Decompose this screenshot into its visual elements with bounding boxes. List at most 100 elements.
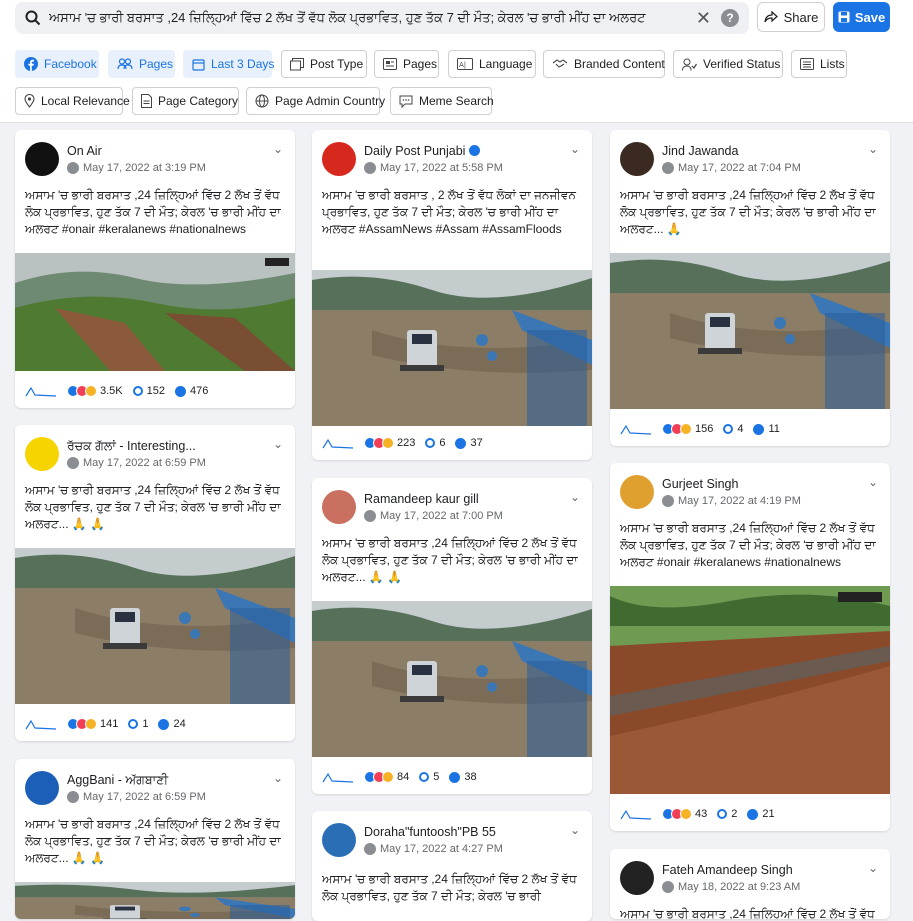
avatar[interactable]	[25, 142, 59, 176]
reactions-count[interactable]: 43	[662, 808, 707, 820]
comments-count[interactable]: 5	[419, 771, 439, 783]
avatar[interactable]	[25, 437, 59, 471]
filter-chip-page-admin-country[interactable]: Page Admin Country	[246, 87, 380, 115]
filter-chip-page-category[interactable]: Page Category	[132, 87, 239, 115]
post-text: ਅਸਾਮ 'ਚ ਭਾਰੀ ਬਰਸਾਤ ,24 ਜ਼ਿਲ੍ਹਿਆਂ ਵਿੱਚ 2 …	[322, 871, 587, 905]
avatar[interactable]	[322, 490, 356, 524]
shares-count[interactable]: 476	[175, 385, 208, 397]
filter-chip-verified-status[interactable]: Verified Status	[673, 50, 783, 78]
reactions-count[interactable]: 156	[662, 423, 713, 435]
post-image[interactable]	[610, 253, 890, 409]
post-image[interactable]	[15, 882, 295, 919]
chevron-down-icon[interactable]: ⌄	[868, 861, 878, 875]
post-author-name[interactable]: Fateh Amandeep Singh	[662, 863, 793, 877]
shares-count[interactable]: 11	[753, 423, 779, 435]
filter-chip-facebook[interactable]: Facebook	[15, 50, 99, 78]
document-icon	[141, 94, 152, 108]
reactions-count[interactable]: 84	[364, 771, 409, 783]
reactions-value: 3.5K	[100, 385, 123, 397]
verified-badge-icon	[469, 145, 480, 156]
reactions-count[interactable]: 3.5K	[67, 385, 123, 397]
post-image[interactable]	[312, 270, 592, 426]
post-date-text: May 17, 2022 at 3:19 PM	[83, 162, 206, 174]
post-card[interactable]: Ramandeep kaur gill May 17, 2022 at 7:00 …	[312, 478, 592, 794]
shares-count[interactable]: 24	[158, 718, 185, 730]
avatar[interactable]	[620, 475, 654, 509]
chevron-down-icon[interactable]: ⌄	[570, 823, 580, 837]
post-image[interactable]	[15, 548, 295, 704]
public-globe-icon	[662, 881, 674, 893]
filter-chip-pages[interactable]: Pages	[108, 50, 175, 78]
reactions-count[interactable]: 141	[67, 718, 118, 730]
post-date: May 17, 2022 at 7:00 PM	[364, 510, 503, 522]
post-author-name[interactable]: Jind Jawanda	[662, 144, 738, 158]
shares-count[interactable]: 37	[455, 437, 482, 449]
shares-count[interactable]: 38	[449, 771, 476, 783]
filter-chip-language[interactable]: A|Language	[448, 50, 536, 78]
avatar[interactable]	[620, 142, 654, 176]
search-bar[interactable]: ਅਸਾਮ 'ਚ ਭਾਰੀ ਬਰਸਾਤ ,24 ਜ਼ਿਲ੍ਹਿਆਂ ਵਿੱਚ 2 …	[15, 2, 749, 34]
post-image[interactable]	[312, 601, 592, 757]
comments-count[interactable]: 152	[133, 385, 165, 397]
filter-chip-post-type[interactable]: Post Type	[281, 50, 367, 78]
filter-chip-label: Last 3 Days	[211, 57, 274, 71]
chevron-down-icon[interactable]: ⌄	[570, 490, 580, 504]
avatar[interactable]	[322, 823, 356, 857]
post-author-name[interactable]: On Air	[67, 144, 102, 158]
chevron-down-icon[interactable]: ⌄	[273, 142, 283, 156]
post-card[interactable]: Fateh Amandeep SinghMay 18, 2022 at 9:23…	[610, 849, 890, 919]
post-author-name[interactable]: Dorahа"funtoosh"PB 55	[364, 825, 496, 839]
filter-chip-meme-search[interactable]: Meme Search	[390, 87, 492, 115]
post-stats: 141 1 24	[25, 717, 186, 731]
post-author-name[interactable]: Daily Post Punjabi	[364, 144, 480, 158]
filter-chip-pages[interactable]: Pages	[374, 50, 439, 78]
chevron-down-icon[interactable]: ⌄	[273, 437, 283, 451]
post-date-text: May 17, 2022 at 4:19 PM	[678, 495, 801, 507]
post-image[interactable]	[610, 586, 890, 794]
post-author-name[interactable]: AggBani - ਅੱਗਬਾਣੀ	[67, 773, 168, 788]
chevron-down-icon[interactable]: ⌄	[273, 771, 283, 785]
post-date-text: May 17, 2022 at 6:59 PM	[83, 457, 206, 469]
reactions-count[interactable]: 223	[364, 437, 415, 449]
post-date: May 17, 2022 at 5:58 PM	[364, 162, 503, 174]
save-button[interactable]: Save	[833, 2, 890, 32]
filter-chip-local-relevance[interactable]: Local Relevance	[15, 87, 123, 115]
clear-icon[interactable]: ✕	[696, 8, 711, 29]
chevron-down-icon[interactable]: ⌄	[868, 475, 878, 489]
post-author-name[interactable]: ਰੱਚਕ ਗੱਲਾਂ - Interesting...	[67, 439, 196, 454]
post-card[interactable]: Dorahа"funtoosh"PB 55May 17, 2022 at 4:2…	[312, 811, 592, 921]
post-card[interactable]: On AirMay 17, 2022 at 3:19 PM⌄ਅਸਾਮ 'ਚ ਭਾ…	[15, 130, 295, 408]
filter-chip-lists[interactable]: Lists	[791, 50, 847, 78]
post-text: ਅਸਾਮ 'ਚ ਭਾਰੀ ਬਰਸਾਤ ,24 ਜ਼ਿਲ੍ਹਿਆਂ ਵਿੱਚ 2 …	[25, 816, 290, 867]
people-icon	[117, 58, 133, 70]
avatar[interactable]	[25, 771, 59, 805]
post-card[interactable]: Jind JawandaMay 17, 2022 at 7:04 PM⌄ਅਸਾਮ…	[610, 130, 890, 446]
comments-count[interactable]: 1	[128, 718, 148, 730]
share-button[interactable]: Share	[757, 2, 825, 32]
filter-chip-label: Pages	[403, 57, 437, 71]
comments-count[interactable]: 2	[717, 808, 737, 820]
location-icon	[24, 94, 35, 108]
post-author-name[interactable]: Ramandeep kaur gill	[364, 492, 479, 506]
chevron-down-icon[interactable]: ⌄	[868, 142, 878, 156]
post-image[interactable]	[15, 253, 295, 371]
comments-count[interactable]: 6	[425, 437, 445, 449]
post-card[interactable]: AggBani - ਅੱਗਬਾਣੀMay 17, 2022 at 6:59 PM…	[15, 759, 295, 919]
post-card[interactable]: Gurjeet SinghMay 17, 2022 at 4:19 PM⌄ਅਸਾ…	[610, 463, 890, 831]
filter-chip-branded-content[interactable]: Branded Content	[543, 50, 665, 78]
sparkline-icon	[620, 807, 652, 821]
post-author-name[interactable]: Gurjeet Singh	[662, 477, 738, 491]
post-card[interactable]: Daily Post Punjabi May 17, 2022 at 5:58 P…	[312, 130, 592, 460]
search-input[interactable]: ਅਸਾਮ 'ਚ ਭਾਰੀ ਬਰਸਾਤ ,24 ਜ਼ਿਲ੍ਹਿਆਂ ਵਿੱਚ 2 …	[49, 10, 696, 26]
avatar[interactable]	[620, 861, 654, 895]
comments-value: 4	[737, 423, 743, 435]
post-card[interactable]: ਰੱਚਕ ਗੱਲਾਂ - Interesting... May 17, 2022 …	[15, 425, 295, 741]
chevron-down-icon[interactable]: ⌄	[570, 142, 580, 156]
sparkline-icon	[620, 422, 652, 436]
filter-chip-last-3-days[interactable]: Last 3 Days	[183, 50, 272, 78]
avatar[interactable]	[322, 142, 356, 176]
share-count-icon	[158, 719, 169, 730]
help-icon[interactable]: ?	[721, 9, 739, 27]
shares-count[interactable]: 21	[747, 808, 774, 820]
comments-count[interactable]: 4	[723, 423, 743, 435]
